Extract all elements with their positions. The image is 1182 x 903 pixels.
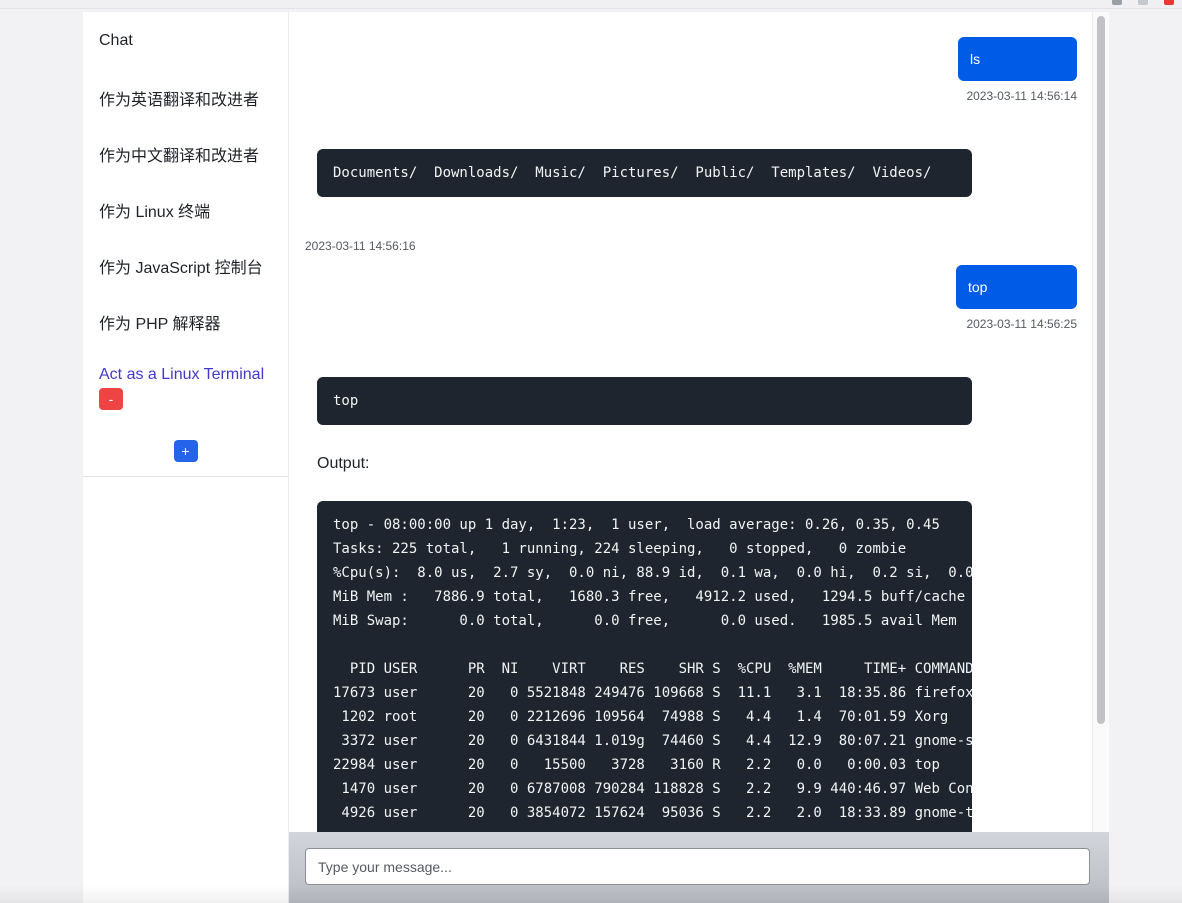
user-message-bubble: ls (958, 37, 1077, 81)
terminal-output-block: top - 08:00:00 up 1 day, 1:23, 1 user, l… (317, 501, 972, 832)
output-label: Output: (317, 455, 370, 472)
message-scrollbar[interactable] (1092, 12, 1109, 832)
sidebar-item-chinese-translator[interactable]: 作为中文翻译和改进者 (83, 124, 288, 180)
sidebar-item-english-translator[interactable]: 作为英语翻译和改进者 (83, 68, 288, 124)
sidebar-item-linux-terminal-cn[interactable]: 作为 Linux 终端 (83, 180, 288, 236)
sidebar-item-chat[interactable]: Chat (83, 12, 288, 68)
share-icon[interactable] (1112, 0, 1122, 5)
add-conversation-button[interactable]: + (173, 440, 198, 462)
extension-icon[interactable] (1138, 0, 1148, 5)
profile-icon[interactable] (1164, 0, 1174, 5)
chat-panel: ls 2023-03-11 14:56:14 Documents/ Downlo… (288, 12, 1109, 903)
user-message: ls 2023-03-11 14:56:14 (958, 37, 1077, 103)
message-timestamp: 2023-03-11 14:56:16 (305, 239, 416, 253)
add-row: + (83, 418, 288, 462)
message-timestamp: 2023-03-11 14:56:25 (966, 317, 1077, 331)
sidebar-item-label: Act as a Linux Terminal (99, 366, 265, 383)
message-input[interactable] (305, 848, 1090, 885)
code-block: Documents/ Downloads/ Music/ Pictures/ P… (317, 149, 972, 197)
scrollbar-thumb[interactable] (1097, 16, 1105, 724)
code-block: top (317, 377, 972, 425)
message-list[interactable]: ls 2023-03-11 14:56:14 Documents/ Downlo… (289, 12, 1093, 832)
sidebar: Chat 作为英语翻译和改进者 作为中文翻译和改进者 作为 Linux 终端 作… (83, 12, 288, 903)
user-message: top 2023-03-11 14:56:25 (956, 265, 1077, 331)
user-message-bubble: top (956, 265, 1077, 309)
browser-top-bar (0, 0, 1182, 9)
browser-toolbar-icons (1112, 0, 1174, 5)
sidebar-item-active[interactable]: Act as a Linux Terminal - (83, 348, 288, 418)
chat-app: Chat 作为英语翻译和改进者 作为中文翻译和改进者 作为 Linux 终端 作… (83, 12, 1109, 903)
delete-conversation-button[interactable]: - (99, 388, 123, 410)
sidebar-item-php-interpreter[interactable]: 作为 PHP 解释器 (83, 292, 288, 348)
sidebar-item-javascript-console[interactable]: 作为 JavaScript 控制台 (83, 236, 288, 292)
input-area (289, 832, 1109, 903)
message-timestamp: 2023-03-11 14:56:14 (966, 89, 1077, 103)
conversation-list: Chat 作为英语翻译和改进者 作为中文翻译和改进者 作为 Linux 终端 作… (83, 12, 288, 477)
